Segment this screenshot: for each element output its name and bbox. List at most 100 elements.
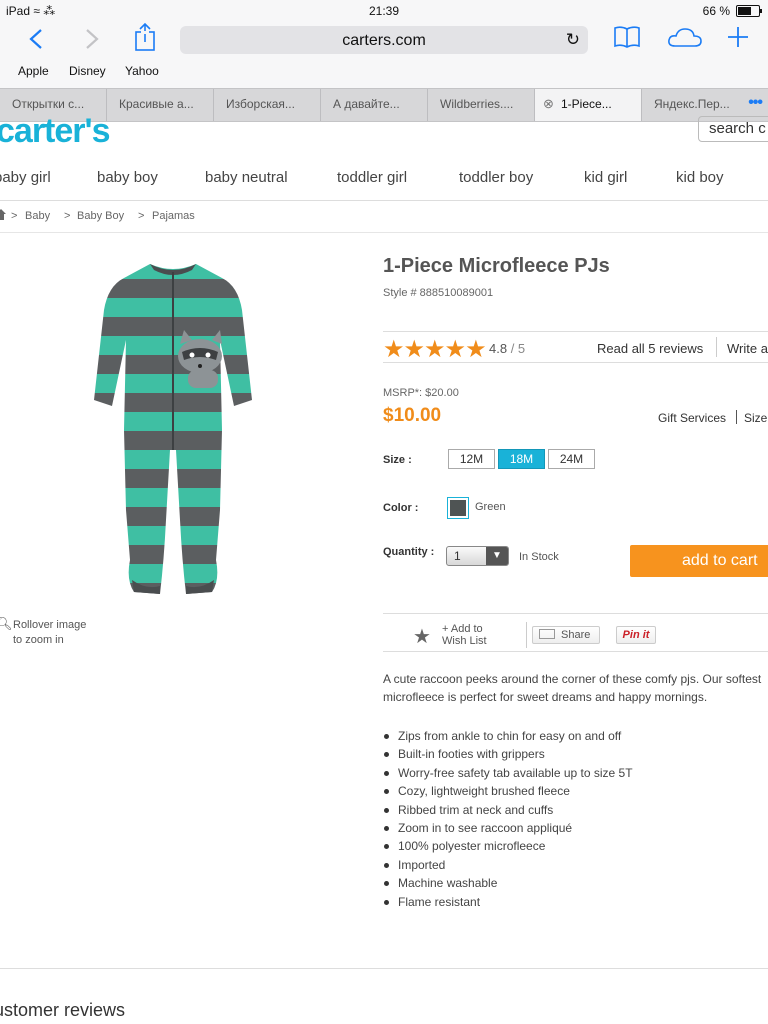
envelope-icon	[539, 629, 555, 639]
favorite-disney[interactable]: Disney	[69, 64, 106, 78]
zoom-hint-line: to zoom in	[13, 634, 64, 646]
swatch-fill	[450, 500, 466, 516]
wishlist-line: Wish List	[442, 635, 487, 647]
rating-value: 4.8 / 5	[489, 341, 525, 356]
rating-stars: ★★★★★	[383, 336, 487, 363]
tab-item[interactable]: Wildberries....	[428, 89, 535, 121]
zoom-hint-line: Rollover image	[13, 619, 87, 631]
more-tabs-icon[interactable]: •••	[748, 89, 763, 118]
divider	[716, 337, 717, 357]
rating-number: 4.8	[489, 341, 508, 356]
status-bar: iPad ≈ ⁂ 21:39 66 %	[0, 0, 768, 22]
home-icon[interactable]	[0, 209, 6, 220]
color-label: Color :	[383, 502, 419, 514]
battery-icon	[736, 5, 762, 17]
size-label: Size :	[383, 454, 412, 466]
breadcrumb-pajamas[interactable]: Pajamas	[152, 210, 195, 222]
wishlist-line: + Add to	[442, 623, 483, 635]
size-option-18m[interactable]: 18M	[498, 449, 545, 469]
list-item: Built-in footies with grippers	[383, 745, 633, 763]
size-option-12m[interactable]: 12M	[448, 449, 495, 469]
bookmarks-icon[interactable]	[613, 25, 641, 49]
magnifier-icon: 🔍︎	[0, 616, 13, 631]
nav-toddler-boy[interactable]: toddler boy	[459, 169, 533, 186]
product-title: 1-Piece Microfleece PJs	[383, 255, 610, 277]
new-tab-icon[interactable]	[727, 26, 749, 48]
read-reviews-link[interactable]: Read all 5 reviews	[597, 341, 703, 356]
tab-bar: Открытки с... Красивые а... Изборская...…	[0, 88, 768, 122]
tab-active[interactable]: ⊗ 1-Piece...	[535, 89, 642, 121]
divider	[736, 410, 737, 424]
icloud-tabs-icon[interactable]	[667, 26, 703, 48]
browser-toolbar: carters.com ↻ Apple Disney Yahoo	[0, 22, 768, 88]
divider	[383, 651, 768, 652]
nav-kid-boy[interactable]: kid boy	[676, 169, 724, 186]
chevron-down-icon[interactable]: ▼	[486, 547, 508, 565]
address-bar[interactable]: carters.com ↻	[180, 26, 588, 54]
add-to-cart-button[interactable]: add to cart	[630, 545, 768, 577]
clock: 21:39	[368, 4, 400, 18]
share-button[interactable]: Share	[532, 626, 600, 644]
list-item: Worry-free safety tab available up to si…	[383, 764, 633, 782]
tab-item[interactable]: Изборская...	[214, 89, 321, 121]
back-icon[interactable]	[28, 28, 44, 50]
divider	[0, 232, 768, 233]
rating-max: / 5	[510, 341, 526, 356]
size-chart-link[interactable]: Size	[744, 411, 767, 425]
nav-toddler-girl[interactable]: toddler girl	[337, 169, 407, 186]
divider	[526, 622, 527, 648]
zoom-hint: Rollover image to zoom in	[13, 618, 113, 648]
nav-baby-boy[interactable]: baby boy	[97, 169, 158, 186]
nav-baby-neutral[interactable]: baby neutral	[205, 169, 288, 186]
breadcrumb-separator: >	[11, 210, 18, 222]
favorite-apple[interactable]: Apple	[18, 64, 49, 78]
url-text: carters.com	[342, 32, 426, 49]
customer-reviews-heading: ustomer reviews	[0, 1000, 126, 1020]
list-item: Imported	[383, 856, 633, 874]
tab-label: Яндекс.Пер...	[654, 97, 730, 111]
pinit-button[interactable]: Pin it	[616, 626, 656, 644]
search-input[interactable]: search c	[698, 116, 768, 142]
divider	[383, 613, 768, 614]
share-label: Share	[561, 629, 591, 641]
tab-item[interactable]: А давайте...	[321, 89, 428, 121]
add-to-wishlist-link[interactable]: + Add to Wish List	[442, 623, 487, 647]
color-swatch[interactable]	[447, 497, 469, 519]
list-item: Machine washable	[383, 874, 633, 892]
tab-item[interactable]: Красивые а...	[107, 89, 214, 121]
list-item: Cozy, lightweight brushed fleece	[383, 782, 633, 800]
divider	[383, 331, 768, 332]
reload-icon[interactable]: ↻	[566, 30, 580, 50]
share-icon[interactable]	[134, 22, 156, 52]
star-icon[interactable]: ★	[413, 624, 431, 649]
tab-active-label: 1-Piece...	[561, 97, 612, 111]
write-review-link[interactable]: Write a	[727, 341, 768, 356]
product-description: A cute raccoon peeks around the corner o…	[383, 672, 762, 704]
sale-price: $10.00	[383, 405, 442, 426]
battery-indicator: 66 %	[703, 4, 762, 18]
close-tab-icon[interactable]: ⊗	[543, 89, 554, 119]
color-name: Green	[475, 501, 506, 513]
quantity-select[interactable]: 1 ▼	[446, 546, 509, 566]
breadcrumb-baby[interactable]: Baby	[25, 210, 50, 222]
nav-kid-girl[interactable]: kid girl	[584, 169, 627, 186]
list-item: Zoom in to see raccoon appliqué	[383, 819, 633, 837]
list-item: Flame resistant	[383, 893, 633, 911]
feature-list: Zips from ankle to chin for easy on and …	[383, 727, 633, 911]
breadcrumb-baby-boy[interactable]: Baby Boy	[77, 210, 124, 222]
list-item: 100% polyester microfleece	[383, 837, 633, 855]
carters-logo[interactable]: carter's	[0, 112, 111, 151]
breadcrumb-separator: >	[64, 210, 71, 222]
gift-services-link[interactable]: Gift Services	[658, 411, 726, 425]
size-option-24m[interactable]: 24M	[548, 449, 595, 469]
breadcrumb-separator: >	[138, 210, 145, 222]
msrp: MSRP*: $20.00	[383, 387, 459, 399]
product-image[interactable]	[88, 260, 258, 600]
favorite-yahoo[interactable]: Yahoo	[125, 64, 159, 78]
divider	[0, 968, 768, 969]
divider	[0, 200, 768, 201]
forward-icon[interactable]	[84, 28, 100, 50]
style-number: Style # 888510089001	[383, 287, 494, 299]
nav-baby-girl[interactable]: baby girl	[0, 169, 51, 186]
list-item: Zips from ankle to chin for easy on and …	[383, 727, 633, 745]
